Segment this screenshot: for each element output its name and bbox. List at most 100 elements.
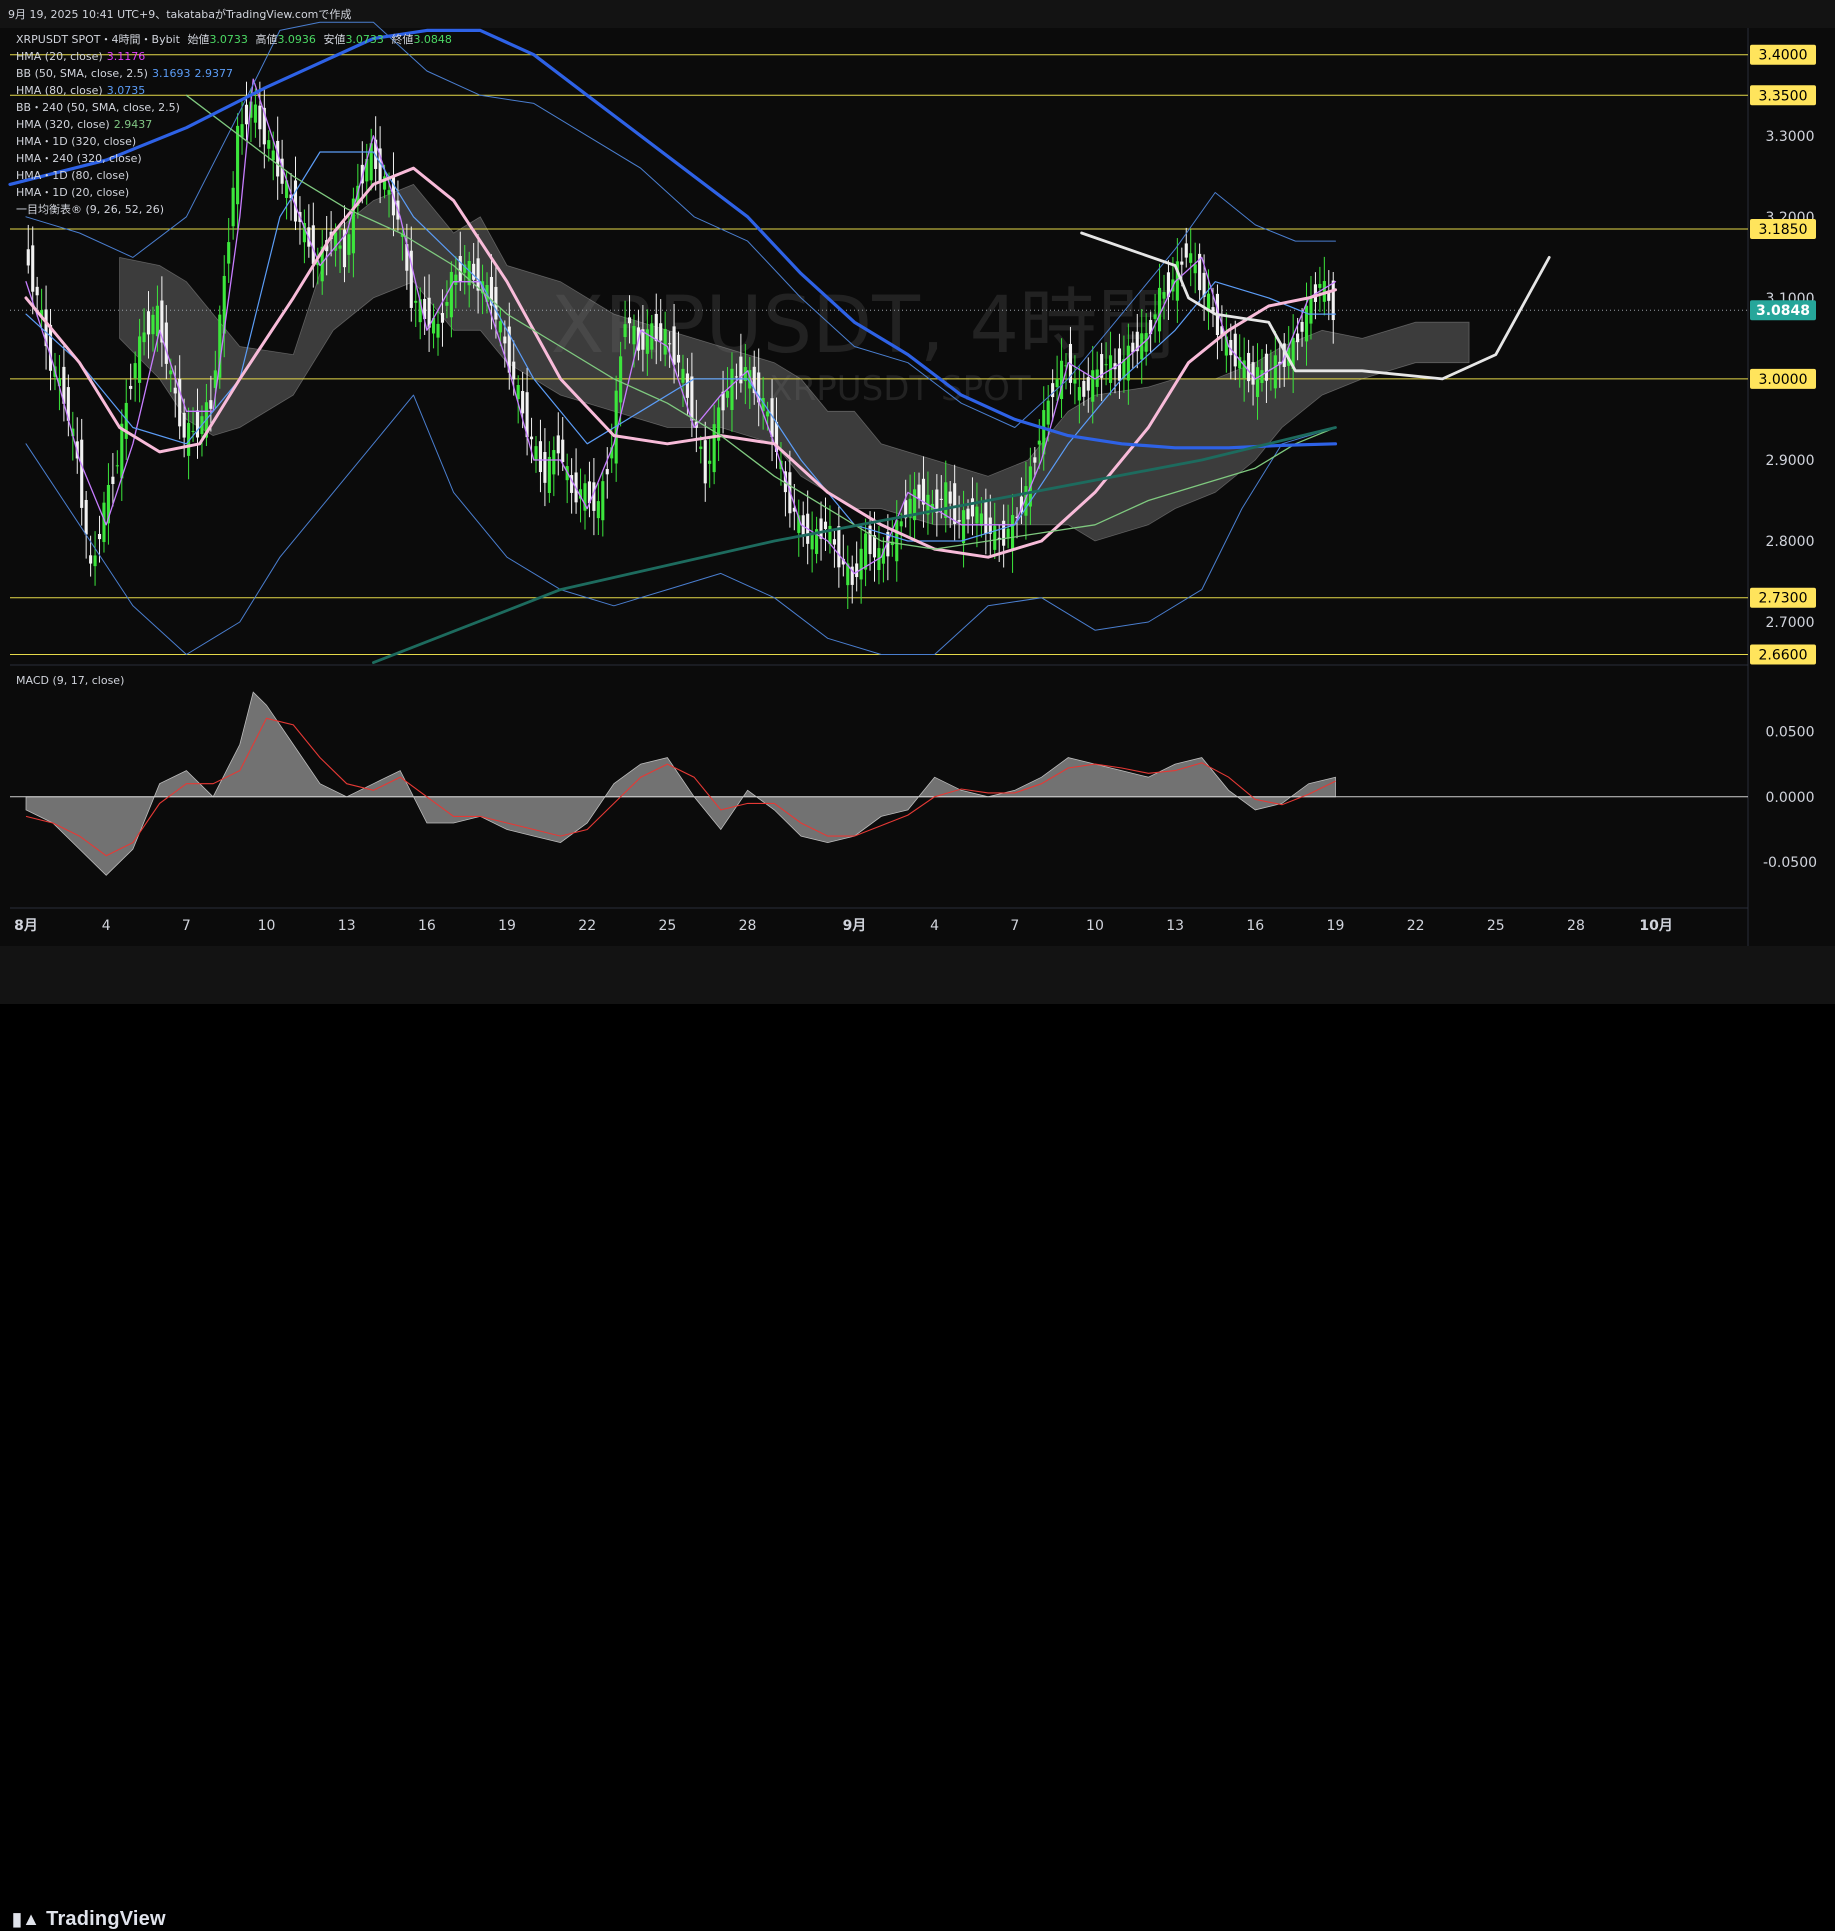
price-level-label: 3.4000: [1759, 48, 1808, 64]
macd-label: MACD (9, 17, close): [16, 674, 125, 687]
candle-body: [1033, 457, 1037, 463]
legend-indicator-2[interactable]: HMA (80, close) 3.0735: [16, 82, 452, 99]
legend-indicator-value: 2.9437: [113, 118, 153, 131]
candle-body: [1126, 345, 1130, 381]
price-tick-label: 2.7000: [1766, 615, 1815, 631]
time-tick-label: 16: [1246, 918, 1264, 934]
candle-body: [414, 300, 418, 303]
legend-indicator-6[interactable]: HMA・240 (320, close): [16, 150, 452, 167]
time-tick-label: 4: [102, 918, 111, 934]
time-tick-label: 7: [1010, 918, 1019, 934]
candle-body: [1140, 333, 1144, 360]
price-level-label: 2.7300: [1759, 591, 1808, 607]
legend-indicator-value: 2.9377: [194, 67, 233, 80]
candle-body: [837, 526, 841, 568]
legend-high-label: 高値: [255, 33, 278, 46]
candle-body: [209, 400, 213, 409]
price-level-label: 3.1850: [1759, 222, 1808, 238]
candle-body: [623, 324, 627, 338]
candle-body: [93, 555, 97, 567]
candle-body: [1255, 367, 1260, 397]
candle-body: [663, 328, 667, 355]
legend-symbol-line[interactable]: XRPUSDT SPOT・4時間・Bybit 始値3.0733 高値3.0936…: [16, 31, 452, 48]
candle-body: [347, 234, 351, 255]
legend-indicator-1[interactable]: BB (50, SMA, close, 2.5) 3.1693 2.9377: [16, 65, 452, 82]
candle-body: [681, 368, 685, 383]
candle-body: [129, 385, 133, 389]
candle-body: [151, 314, 155, 335]
candle-body: [1247, 352, 1251, 382]
candle-body: [138, 336, 142, 383]
legend-indicator-9[interactable]: 一目均衡表® (9, 26, 52, 26): [16, 201, 452, 218]
legend-indicator-name: HMA (20, close): [16, 50, 103, 63]
macd-tick-label: 0.0000: [1766, 790, 1815, 806]
candle-body: [939, 498, 943, 500]
candle-body: [1193, 264, 1197, 274]
candle-body: [182, 412, 186, 438]
legend-indicator-name: HMA (320, close): [16, 118, 110, 131]
candle-body: [552, 450, 556, 475]
legend-indicator-name: HMA・1D (80, close): [16, 169, 130, 182]
legend-indicator-value: 3.0735: [106, 84, 146, 97]
candle-body: [957, 519, 961, 522]
time-tick-label: 8月: [14, 918, 38, 934]
candle-body: [48, 324, 53, 371]
candle-body: [97, 533, 102, 540]
legend-indicator-8[interactable]: HMA・1D (20, close): [16, 184, 452, 201]
candle-body: [690, 376, 694, 421]
legend-indicator-3[interactable]: BB・240 (50, SMA, close, 2.5): [16, 99, 452, 116]
time-tick-label: 19: [1327, 918, 1345, 934]
time-tick-label: 22: [1407, 918, 1425, 934]
candle-body: [338, 245, 342, 249]
indicator-legend: XRPUSDT SPOT・4時間・Bybit 始値3.0733 高値3.0936…: [16, 31, 452, 218]
candle-body: [561, 439, 565, 463]
legend-indicator-name: HMA・1D (20, close): [16, 186, 130, 199]
candle-body: [668, 343, 672, 345]
candle-body: [436, 323, 440, 338]
candle-body: [864, 533, 868, 570]
legend-indicator-5[interactable]: HMA・1D (320, close): [16, 133, 452, 150]
candle-body: [672, 326, 676, 365]
legend-indicator-value: 3.1176: [106, 50, 146, 63]
candle-body: [1304, 305, 1309, 342]
price-level-label: 3.3500: [1759, 88, 1808, 104]
candle-body: [556, 435, 560, 454]
candle-body: [1273, 355, 1277, 389]
candle-body: [855, 563, 859, 578]
footer-bar: ▮▲ TradingView: [0, 946, 1835, 1930]
price-tick-label: 2.8000: [1766, 534, 1815, 550]
tradingview-logo[interactable]: ▮▲ TradingView: [12, 1908, 166, 1931]
candle-body: [1037, 440, 1041, 445]
legend-indicator-0[interactable]: HMA (20, close) 3.1176: [16, 48, 452, 65]
time-tick-label: 10月: [1639, 918, 1672, 934]
price-axis-background: [1748, 28, 1835, 946]
time-tick-label: 10: [258, 918, 276, 934]
legend-open: 3.0733: [209, 33, 248, 46]
time-tick-label: 28: [739, 918, 757, 934]
candle-body: [725, 391, 730, 398]
candle-body: [454, 274, 458, 285]
candle-body: [993, 525, 997, 550]
candle-body: [1091, 370, 1095, 402]
candle-body: [84, 499, 88, 535]
legend-indicator-name: 一目均衡表® (9, 26, 52, 26): [16, 203, 165, 216]
candle-body: [133, 363, 137, 379]
candle-body: [89, 555, 93, 564]
candle-body: [1264, 353, 1268, 381]
time-tick-label: 16: [418, 918, 436, 934]
candle-body: [476, 258, 480, 291]
candle-body: [766, 411, 770, 417]
legend-indicator-4[interactable]: HMA (320, close) 2.9437: [16, 116, 452, 133]
legend-indicator-name: BB (50, SMA, close, 2.5): [16, 67, 148, 80]
candle-body: [944, 482, 948, 518]
candle-body: [1189, 253, 1193, 263]
price-level-label: 3.0000: [1759, 372, 1808, 388]
candle-body: [529, 436, 534, 440]
candle-body: [1233, 333, 1237, 367]
candle-body: [899, 521, 903, 527]
candle-body: [498, 321, 502, 333]
legend-indicator-7[interactable]: HMA・1D (80, close): [16, 167, 452, 184]
candle-body: [1296, 333, 1300, 343]
legend-close: 3.0848: [413, 33, 452, 46]
legend-indicator-name: HMA・1D (320, close): [16, 135, 137, 148]
